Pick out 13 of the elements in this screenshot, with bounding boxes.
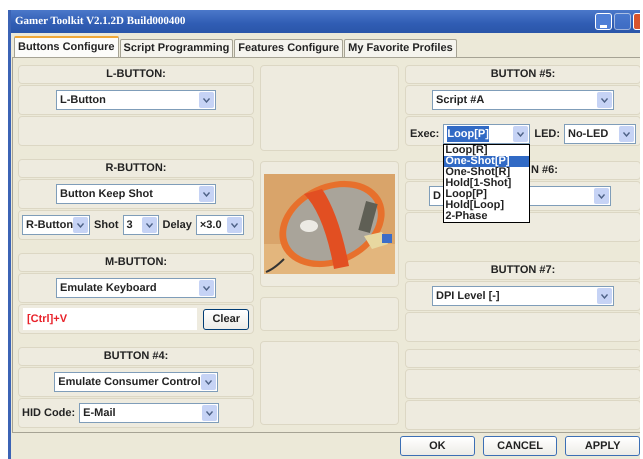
field-label: Shot xyxy=(94,218,118,233)
field-label: Delay xyxy=(162,218,192,233)
group-title: M-BUTTON: xyxy=(104,255,168,270)
group-title: L-BUTTON: xyxy=(106,67,166,82)
group-title: BUTTON #7: xyxy=(490,263,556,278)
group-title: R-BUTTON: xyxy=(106,161,166,176)
window-title: Gamer Toolkit V2.1.2D Build000400 xyxy=(15,14,186,30)
group-title: BUTTON #5: xyxy=(490,67,556,82)
field-label: LED: xyxy=(534,126,560,142)
group-title: N #6: xyxy=(531,163,558,178)
field-label: Exec: xyxy=(410,126,440,142)
group-title: BUTTON #4: xyxy=(104,349,168,364)
field-label: HID Code: xyxy=(22,406,76,421)
